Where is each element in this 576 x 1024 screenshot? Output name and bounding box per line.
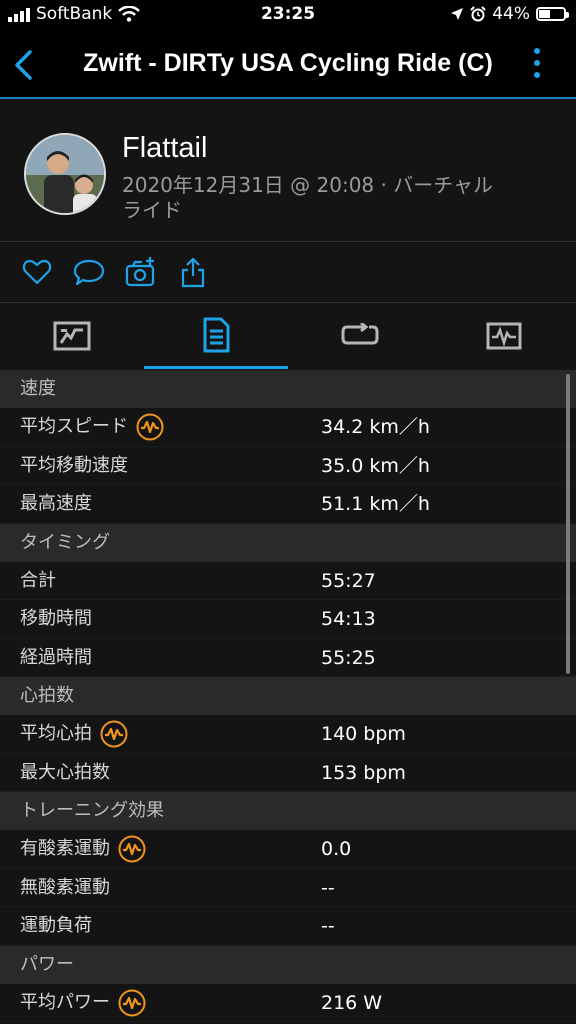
stat-row: 経過時間 55:25 (0, 639, 576, 677)
section-header: 速度 (0, 370, 576, 408)
stat-label: 経過時間 (20, 646, 92, 668)
battery-percent: 44% (492, 4, 530, 24)
graph-tab-icon (486, 322, 522, 350)
stat-row: 平均移動速度 35.0 km／h (0, 447, 576, 485)
stat-label: 平均スピード (20, 416, 128, 437)
nav-bar: Zwift - DIRTy USA Cycling Ride (C) (0, 32, 576, 98)
tab-overview[interactable] (0, 303, 144, 369)
tab-laps[interactable] (288, 303, 432, 369)
stat-value: 0.0 (321, 838, 352, 860)
stat-value: 55:27 (321, 569, 376, 592)
stat-row: 運動負荷 -- (0, 907, 576, 946)
stats-list[interactable]: 速度平均スピード 34.2 km／h 平均移動速度 35.0 km／h 最高速度 51.1… (0, 370, 576, 1024)
action-bar (0, 242, 576, 302)
back-chevron-icon[interactable] (10, 48, 40, 82)
stat-value: 51.1 km／h (321, 493, 430, 515)
like-icon[interactable] (21, 256, 53, 288)
activity-type-cont: ライド (122, 198, 182, 222)
stat-label: 平均パワー (20, 991, 110, 1013)
more-vertical-icon[interactable] (532, 48, 542, 82)
laps-tab-icon (341, 323, 379, 345)
stat-row: 平均心拍 140 bpm (0, 715, 576, 754)
stat-label: 平均移動速度 (20, 454, 128, 476)
avatar[interactable] (24, 133, 106, 215)
stat-value: -- (321, 876, 335, 899)
page-title: Zwift - DIRTy USA Cycling Ride (C) (83, 49, 493, 77)
activity-header: Flattail 2020年12月31日 @ 20:08 · バーチャル ライド (0, 99, 576, 241)
stat-row: 平均パワー 216 W (0, 984, 576, 1022)
stat-label: 無酸素運動 (20, 876, 110, 898)
section-header: トレーニング効果 (0, 792, 576, 830)
performance-info-icon[interactable] (118, 989, 146, 1017)
stats-tab-icon (203, 317, 230, 352)
section-header: タイミング (0, 523, 576, 562)
user-name[interactable]: Flattail (122, 132, 207, 165)
performance-info-icon[interactable] (100, 720, 128, 748)
chart-tab-icon (53, 321, 91, 351)
stat-value: 140 bpm (321, 723, 406, 745)
stat-value: 35.0 km／h (321, 454, 430, 477)
stat-value: 55:25 (321, 646, 376, 669)
stat-row: 無酸素運動 -- (0, 869, 576, 907)
stat-label: 平均心拍 (20, 723, 92, 744)
location-icon (451, 8, 464, 20)
stat-label: 運動負荷 (20, 915, 92, 936)
stat-label: 最大心拍数 (20, 761, 110, 783)
tab-stats[interactable] (144, 303, 288, 369)
stat-label: 移動時間 (20, 608, 92, 629)
stat-row: 最大心拍数 153 bpm (0, 754, 576, 792)
alarm-icon (470, 6, 486, 22)
comment-icon[interactable] (73, 256, 105, 288)
stat-row: 有酸素運動 0.0 (0, 830, 576, 869)
performance-info-icon[interactable] (118, 835, 146, 863)
stat-value: 54:13 (321, 608, 376, 630)
scrollbar[interactable] (566, 374, 570, 674)
activity-meta: 2020年12月31日 @ 20:08 · バーチャル ライド (122, 173, 502, 223)
stat-value: 216 W (321, 991, 383, 1014)
activity-date-type: 2020年12月31日 @ 20:08 · バーチャル (122, 173, 494, 197)
stat-label: 有酸素運動 (20, 838, 110, 859)
stat-value: 34.2 km／h (321, 416, 430, 438)
add-photo-icon[interactable] (125, 256, 157, 288)
tab-graphs[interactable] (432, 303, 576, 369)
stat-row: 移動時間 54:13 (0, 600, 576, 639)
share-icon[interactable] (177, 256, 209, 288)
stat-value: 153 bpm (321, 761, 406, 784)
stat-row: 平均スピード 34.2 km／h (0, 408, 576, 447)
battery-icon (536, 7, 569, 21)
performance-info-icon[interactable] (136, 413, 164, 441)
section-header: パワー (0, 945, 576, 984)
stat-row: 合計 55:27 (0, 562, 576, 600)
stat-row: 最高速度 51.1 km／h (0, 485, 576, 524)
stat-label: 最高速度 (20, 493, 92, 514)
tab-bar (0, 303, 576, 369)
stat-label: 合計 (20, 569, 56, 591)
status-bar: SoftBank 23:25 44% (0, 0, 576, 32)
stat-value: -- (321, 915, 335, 937)
section-header: 心拍数 (0, 677, 576, 715)
